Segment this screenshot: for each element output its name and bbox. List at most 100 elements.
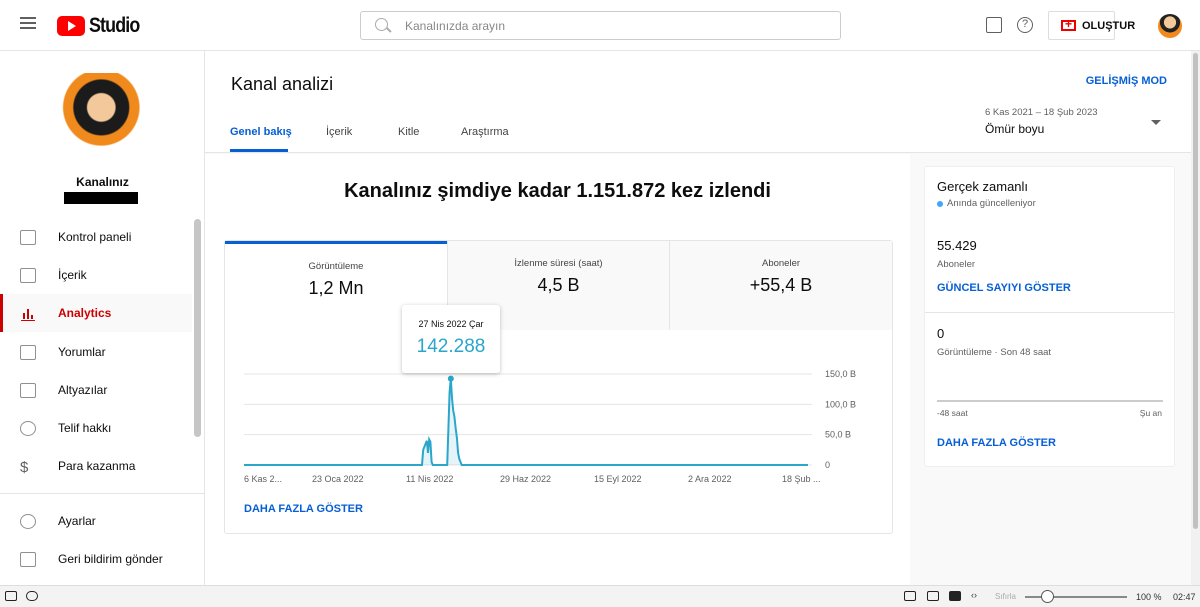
channel-avatar[interactable] (60, 73, 146, 159)
subscribers-label: Aboneler (937, 259, 976, 270)
sidebar-toggle-icon[interactable] (5, 591, 17, 601)
feedback-icon (20, 551, 36, 567)
sidebar: Kanalınız Kontrol paneli İçerik Analytic… (0, 51, 205, 585)
x-tick-label: 29 Haz 2022 (500, 474, 551, 484)
sidebar-item-comments[interactable]: Yorumlar (0, 333, 192, 371)
tab-research[interactable]: Araştırma (461, 126, 509, 138)
y-tick-label: 0 (825, 460, 830, 470)
metric-label: İzlenme süresi (saat) (514, 258, 603, 269)
nav-label: Ayarlar (58, 514, 96, 528)
nav-label: Analytics (58, 306, 112, 320)
realtime-subscribers: 55.429 (937, 238, 977, 253)
sidebar-scrollbar[interactable] (194, 219, 201, 437)
redacted-channel-handle (64, 192, 138, 204)
nav-label: Altyazılar (58, 383, 108, 397)
x-tick-label: 23 Oca 2022 (312, 474, 364, 484)
advanced-mode-button[interactable]: GELİŞMİŞ MOD (1086, 75, 1167, 87)
code-icon[interactable]: ‹› (971, 590, 977, 600)
show-current-count-button[interactable]: GÜNCEL SAYIYI GÖSTER (937, 282, 1071, 294)
zoom-slider-handle[interactable] (1041, 590, 1055, 603)
page-title: Kanal analizi (231, 74, 334, 94)
tab-content[interactable]: İçerik (326, 126, 352, 138)
camera-icon[interactable] (904, 591, 916, 601)
menu-icon[interactable] (20, 17, 36, 29)
cloud-icon[interactable] (26, 591, 38, 601)
chevron-down-icon[interactable] (1151, 120, 1161, 125)
sidebar-item-dashboard[interactable]: Kontrol paneli (0, 218, 192, 256)
series-line (244, 378, 808, 466)
realtime-title: Gerçek zamanlı (937, 179, 1029, 194)
window-icon[interactable] (927, 591, 939, 601)
metric-value: +55,4 B (749, 275, 813, 295)
overview-panel: Kanalınız şimdiye kadar 1.151.872 kez iz… (205, 154, 910, 585)
sidebar-item-feedback[interactable]: Geri bildirim gönder (0, 540, 192, 578)
metric-subscribers[interactable]: Aboneler +55,4 B (669, 241, 892, 330)
comments-icon (20, 344, 36, 360)
top-bar: Studio Kanalınızda arayın ? OLUŞTUR (0, 0, 1200, 51)
axis-start-label: -48 saat (937, 408, 968, 418)
sidebar-item-subtitles[interactable]: Altyazılar (0, 371, 192, 409)
views-chart[interactable]: 150,0 B 100,0 B 50,0 B 0 6 Kas 2... 23 Oca 20… (225, 356, 892, 526)
live-dot-icon (937, 200, 943, 207)
feedback-icon[interactable] (986, 17, 1002, 33)
subtitles-icon (20, 382, 36, 398)
date-range-selector[interactable]: 6 Kas 2021 – 18 Şub 2023 Ömür boyu (985, 107, 1098, 136)
date-range-label: Ömür boyu (985, 122, 1045, 136)
x-tick-label: 15 Eyl 2022 (594, 474, 642, 484)
dashboard-icon (20, 229, 36, 245)
create-label: OLUŞTUR (1082, 20, 1136, 32)
divider (925, 312, 1174, 313)
realtime-views: 0 (937, 326, 945, 341)
x-tick-label: 18 Şub ... (782, 474, 821, 484)
sidebar-item-analytics[interactable]: Analytics (0, 294, 192, 332)
realtime-show-more-button[interactable]: DAHA FAZLA GÖSTER (937, 437, 1056, 449)
y-tick-label: 50,0 B (825, 430, 851, 440)
nav-label: Geri bildirim gönder (58, 552, 163, 566)
status-text: Anında güncelleniyor (947, 198, 1036, 209)
create-video-icon (1061, 17, 1076, 31)
studio-logo[interactable]: Studio (57, 14, 148, 38)
gear-icon (20, 513, 36, 529)
tab-overview[interactable]: Genel bakış (230, 126, 292, 138)
nav-label: İçerik (58, 268, 87, 282)
realtime-card: Gerçek zamanlı Anında güncelleniyor 55.4… (924, 166, 1175, 467)
metric-label: Görüntüleme (308, 261, 364, 272)
nav-label: Para kazanma (58, 459, 136, 473)
search-input[interactable]: Kanalınızda arayın (360, 11, 841, 40)
analytics-icon (20, 305, 36, 321)
nav-label: Yorumlar (58, 345, 106, 359)
y-tick-label: 100,0 B (825, 399, 856, 409)
date-range-dates: 6 Kas 2021 – 18 Şub 2023 (985, 107, 1098, 118)
sidebar-item-content[interactable]: İçerik (0, 256, 192, 294)
series-area (244, 378, 808, 465)
page-scrollbar[interactable] (1191, 51, 1200, 585)
channel-name: Kanalınız (76, 175, 129, 189)
y-tick-label: 150,0 B (825, 369, 856, 379)
active-tab-indicator (230, 149, 288, 152)
chart-tooltip: 27 Nis 2022 Çar 142.288 (402, 305, 500, 373)
scrollbar-thumb[interactable] (1193, 53, 1198, 529)
image-icon[interactable] (949, 591, 961, 601)
sidebar-item-copyright[interactable]: Telif hakkı (0, 409, 192, 447)
show-more-button[interactable]: DAHA FAZLA GÖSTER (244, 503, 363, 515)
avatar[interactable] (1158, 14, 1182, 38)
page-header: Kanal analizi GELİŞMİŞ MOD Genel bakış İ… (205, 51, 1191, 153)
copyright-icon (20, 420, 36, 436)
search-icon (375, 18, 388, 31)
divider (0, 493, 205, 494)
metric-label: Aboneler (761, 258, 801, 269)
nav-label: Telif hakkı (58, 421, 112, 435)
zoom-reset-button[interactable]: Sıfırla (995, 592, 1016, 601)
help-icon[interactable]: ? (1017, 17, 1033, 33)
tab-audience[interactable]: Kitle (398, 126, 419, 138)
views-label: Görüntüleme · Son 48 saat (937, 347, 1052, 358)
sidebar-item-monetization[interactable]: $ Para kazanma (0, 447, 192, 485)
peak-point (447, 375, 454, 382)
create-button[interactable]: OLUŞTUR (1048, 11, 1135, 40)
sidebar-item-settings[interactable]: Ayarlar (0, 502, 192, 540)
x-tick-label: 6 Kas 2... (244, 474, 282, 484)
headline: Kanalınız şimdiye kadar 1.151.872 kez iz… (344, 180, 771, 202)
realtime-status: Anında güncelleniyor (937, 198, 1036, 209)
nav-label: Kontrol paneli (58, 230, 132, 244)
x-tick-label: 11 Nis 2022 (406, 474, 453, 484)
